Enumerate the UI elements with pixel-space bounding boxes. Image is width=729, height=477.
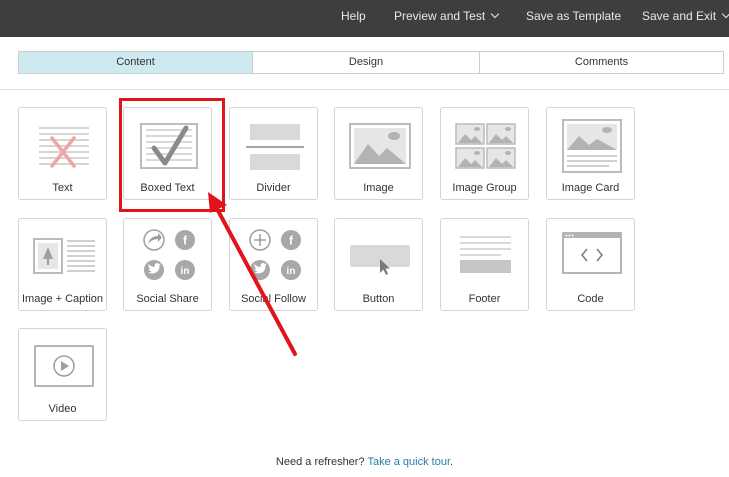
text-block-icon xyxy=(39,127,89,168)
quick-tour-link[interactable]: Take a quick tour xyxy=(367,456,450,468)
chevron-down-icon xyxy=(490,9,500,19)
block-label: Button xyxy=(362,293,395,305)
block-label: Video xyxy=(48,403,77,415)
image-block-icon xyxy=(349,123,411,169)
button-block[interactable]: Button xyxy=(334,218,423,311)
top-bar: Help Preview and Test Save as Template S… xyxy=(0,0,729,37)
image-block[interactable]: Image xyxy=(334,107,423,200)
divider-block-icon xyxy=(246,124,304,170)
code-block[interactable]: Code xyxy=(546,218,635,311)
social-follow-block-icon: f in xyxy=(249,229,301,280)
block-label: Image + Caption xyxy=(21,293,104,305)
image-caption-block-icon xyxy=(33,238,95,274)
editor-tabs: Content Design Comments xyxy=(18,51,724,74)
block-label: Footer xyxy=(468,293,501,305)
tab-comments[interactable]: Comments xyxy=(479,52,723,73)
code-block-icon xyxy=(562,232,622,274)
block-label: Social Follow xyxy=(241,293,306,305)
block-label: Image Group xyxy=(452,182,517,194)
text-block[interactable]: Text xyxy=(18,107,107,200)
tab-design[interactable]: Design xyxy=(252,52,479,73)
social-follow-block[interactable]: f in Social Follow xyxy=(229,218,318,311)
video-block[interactable]: Video xyxy=(18,328,107,421)
divider-line xyxy=(0,89,729,90)
save-and-exit-label: Save and Exit xyxy=(642,9,717,23)
save-as-template-link[interactable]: Save as Template xyxy=(526,0,621,37)
block-label: Text xyxy=(52,182,73,194)
divider-block[interactable]: Divider xyxy=(229,107,318,200)
tab-content[interactable]: Content xyxy=(19,52,252,73)
button-block-icon xyxy=(350,245,410,275)
refresher-text: Need a refresher? xyxy=(275,456,365,468)
preview-and-test-menu[interactable]: Preview and Test xyxy=(394,0,500,37)
image-card-block-icon xyxy=(562,119,622,173)
block-label: Code xyxy=(577,293,604,305)
chevron-down-icon xyxy=(721,9,729,19)
preview-and-test-label: Preview and Test xyxy=(394,9,486,23)
block-label: Social Share xyxy=(136,293,199,305)
footer-block-icon xyxy=(460,236,511,273)
social-share-block[interactable]: f in Social Share xyxy=(123,218,212,311)
image-card-block[interactable]: Image Card xyxy=(546,107,635,200)
block-label: Divider xyxy=(256,182,291,194)
image-caption-block[interactable]: Image + Caption xyxy=(18,218,107,311)
image-group-block[interactable]: Image Group xyxy=(440,107,529,200)
block-label: Image Card xyxy=(561,182,620,194)
svg-text:in: in xyxy=(181,266,190,277)
refresher-note: Need a refresher? Take a quick tour. xyxy=(0,456,729,468)
help-link[interactable]: Help xyxy=(341,0,366,37)
svg-text:in: in xyxy=(287,266,296,277)
period-text: . xyxy=(450,456,454,468)
video-block-icon xyxy=(34,345,94,387)
footer-block[interactable]: Footer xyxy=(440,218,529,311)
save-and-exit-menu[interactable]: Save and Exit xyxy=(642,0,729,37)
social-share-block-icon: f in xyxy=(143,229,195,280)
block-label: Image xyxy=(363,182,394,194)
image-group-block-icon xyxy=(455,123,516,169)
highlight-box xyxy=(119,98,225,212)
